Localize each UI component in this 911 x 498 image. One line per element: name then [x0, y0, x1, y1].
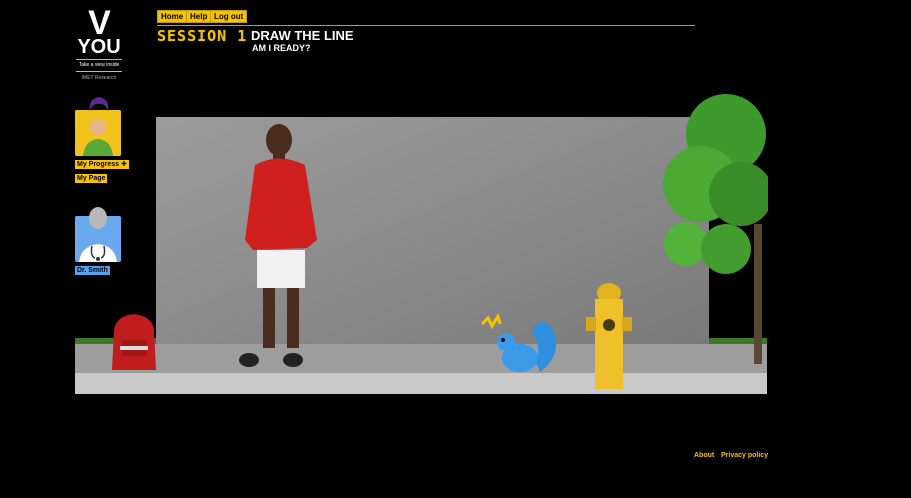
- curb: [75, 373, 767, 394]
- my-progress-label: My Progress: [77, 161, 120, 168]
- logo-rule-2: [76, 71, 122, 72]
- fire-hydrant-icon: [586, 283, 632, 389]
- tree-icon: [663, 94, 768, 364]
- help-button[interactable]: Help: [186, 10, 212, 23]
- plus-icon: ✚: [120, 161, 127, 168]
- page-subtitle: AM I READY?: [252, 43, 311, 53]
- logo-org: IMET Research: [81, 75, 117, 81]
- about-link[interactable]: About: [694, 452, 714, 459]
- logo: V YOU Take a view inside IMET Research: [72, 4, 126, 82]
- boy-character: [239, 124, 317, 367]
- page-title: DRAW THE LINE: [251, 28, 354, 43]
- session-label: SESSION 1: [157, 27, 248, 45]
- my-progress-link[interactable]: My Progress ✚: [75, 160, 129, 169]
- logo-tagline: Take a view inside: [78, 62, 120, 68]
- logo-rule: [76, 59, 122, 60]
- my-page-link[interactable]: My Page: [75, 174, 108, 183]
- student-hair-icon: [89, 97, 109, 111]
- backpack-icon: [112, 314, 156, 370]
- squirrel-icon: [480, 314, 556, 372]
- header-divider: [157, 25, 695, 26]
- counselor-name-label[interactable]: Dr. Smith: [75, 266, 110, 275]
- logout-button[interactable]: Log out: [210, 10, 248, 23]
- privacy-policy-link[interactable]: Privacy policy: [721, 452, 768, 459]
- logo-you: YOU: [77, 36, 121, 58]
- logo-v: V: [88, 4, 111, 42]
- home-button[interactable]: Home: [157, 10, 188, 23]
- doctor-head-icon: [89, 207, 107, 229]
